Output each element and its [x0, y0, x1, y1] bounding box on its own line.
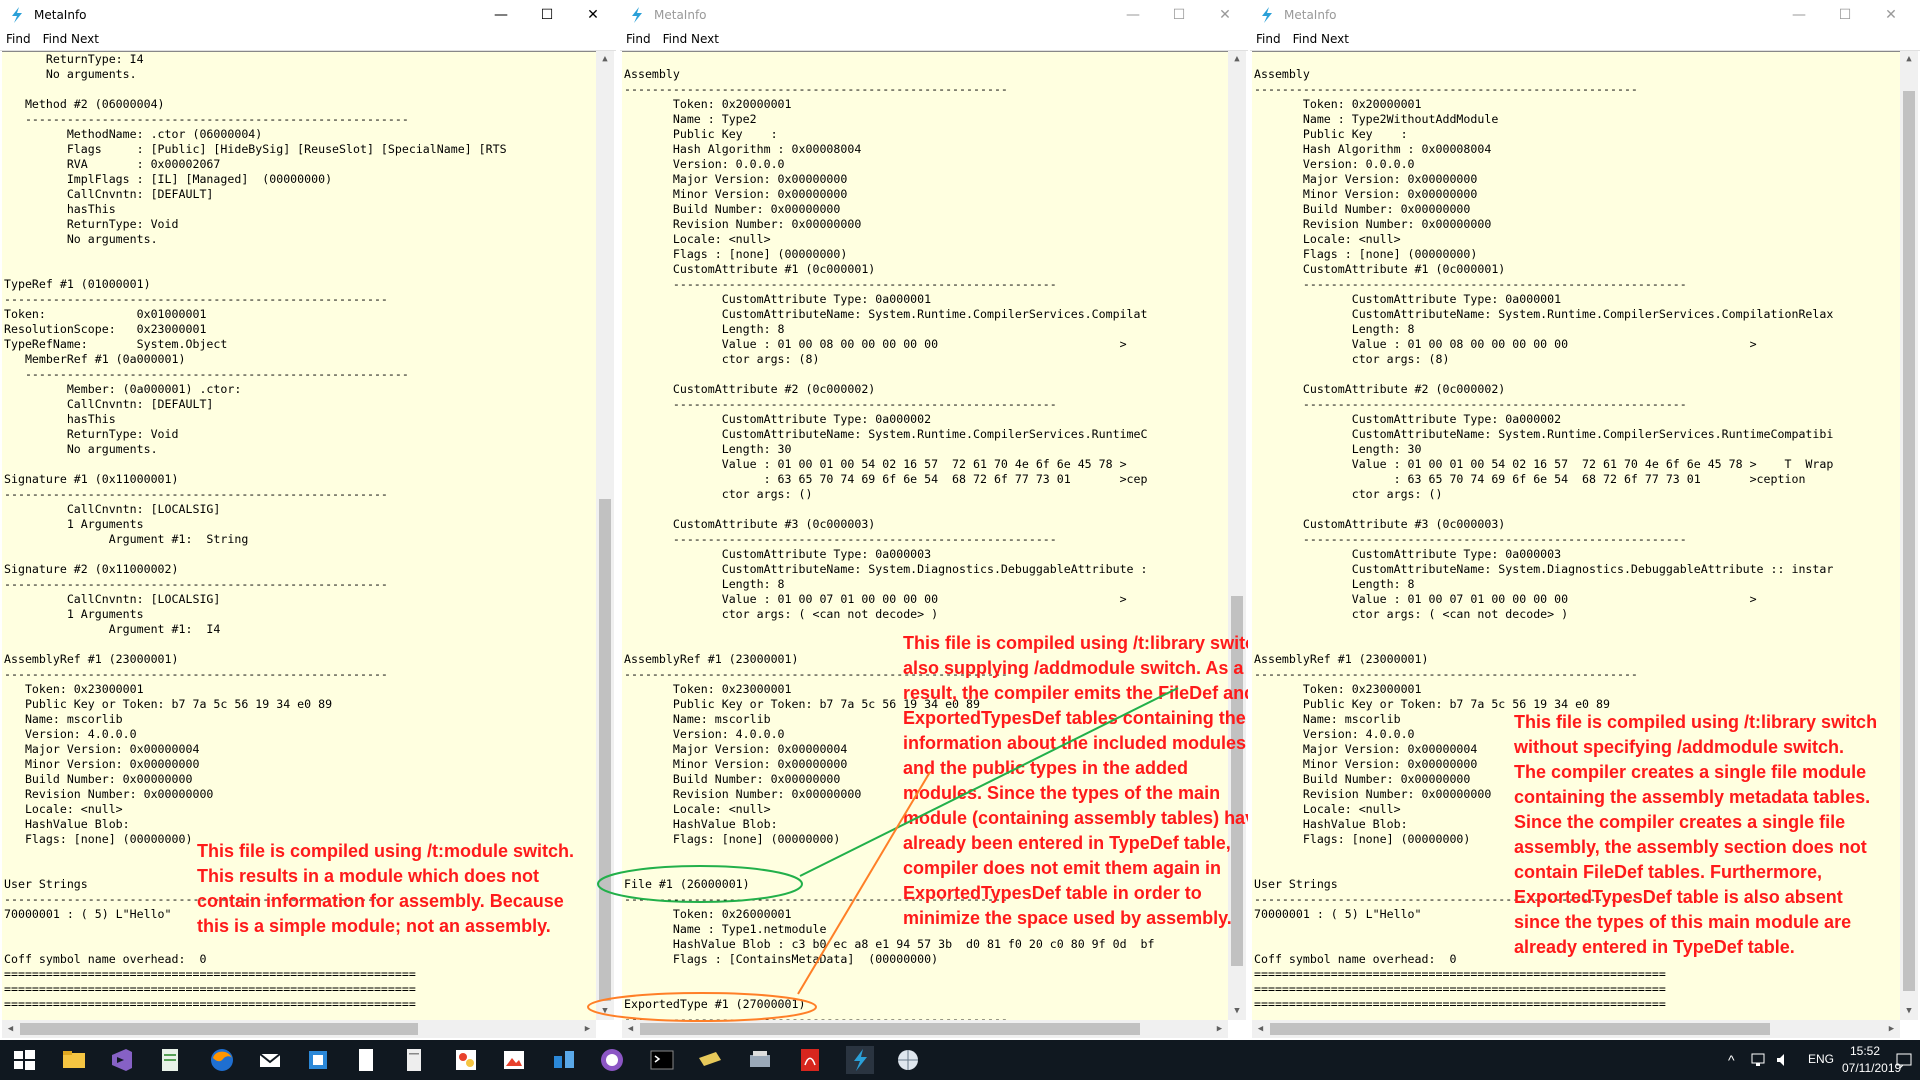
title-bar[interactable]: MetaInfo — ☐ ✕ [0, 0, 616, 30]
acrobat-icon[interactable] [796, 1046, 824, 1074]
purple-app-icon[interactable] [598, 1046, 626, 1074]
horizontal-scrollbar[interactable]: ◀ ▶ [2, 1020, 596, 1038]
scroll-down-icon[interactable]: ▼ [1228, 1003, 1246, 1020]
network-icon[interactable] [1750, 1050, 1770, 1070]
menu-find-next[interactable]: Find Next [37, 30, 105, 46]
maximize-button[interactable]: ☐ [1156, 0, 1202, 30]
hscroll-thumb[interactable] [1270, 1023, 1770, 1035]
scroll-right-icon[interactable]: ▶ [1883, 1020, 1900, 1038]
vertical-scrollbar[interactable]: ▲ ▼ [1900, 51, 1918, 1020]
scroll-left-icon[interactable]: ◀ [2, 1020, 19, 1038]
scroll-up-icon[interactable]: ▲ [1900, 51, 1918, 68]
volume-icon[interactable] [1774, 1050, 1794, 1070]
hscroll-thumb[interactable] [640, 1023, 1140, 1035]
menu-bar: Find Find Next [1250, 30, 1920, 51]
terminal-icon[interactable] [648, 1046, 676, 1074]
folder-yellow-icon[interactable] [696, 1046, 724, 1074]
blue-app-icon[interactable] [304, 1046, 332, 1074]
annotation-text: This file is compiled using /t:module sw… [197, 841, 575, 936]
window-title: MetaInfo [1284, 8, 1337, 22]
metainfo-window-1: MetaInfo — ☐ ✕ Find Find Next ReturnType:… [0, 0, 616, 1040]
mail-icon[interactable] [256, 1046, 284, 1074]
maximize-button[interactable]: ☐ [1822, 0, 1868, 30]
annotation-text: This file is compiled using /t:library s… [1514, 712, 1878, 957]
menu-find[interactable]: Find [0, 30, 37, 46]
menu-find-next[interactable]: Find Next [657, 30, 725, 46]
horizontal-scrollbar[interactable]: ◀ ▶ [622, 1020, 1228, 1038]
lightning-app-icon [1262, 7, 1272, 23]
close-button[interactable]: ✕ [1868, 0, 1914, 30]
horizontal-scrollbar[interactable]: ◀ ▶ [1252, 1020, 1900, 1038]
metainfo-window-3: MetaInfo — ☐ ✕ Find Find Next Assembly --… [1250, 0, 1920, 1040]
notepad-icon[interactable] [156, 1046, 184, 1074]
windows-start-icon[interactable] [10, 1046, 38, 1074]
menu-bar: Find Find Next [0, 30, 616, 51]
close-button[interactable]: ✕ [570, 0, 616, 30]
scroll-left-icon[interactable]: ◀ [1252, 1020, 1269, 1038]
scroll-down-icon[interactable]: ▼ [1900, 1003, 1918, 1020]
title-bar[interactable]: MetaInfo — ☐ ✕ [620, 0, 1248, 30]
window-title: MetaInfo [34, 8, 87, 22]
menu-find[interactable]: Find [1250, 30, 1287, 46]
clock-time[interactable]: 15:52 [1850, 1044, 1880, 1058]
scroll-down-icon[interactable]: ▼ [596, 1003, 614, 1020]
firefox-icon[interactable] [208, 1046, 236, 1074]
scroll-right-icon[interactable]: ▶ [579, 1020, 596, 1038]
window-title: MetaInfo [654, 8, 707, 22]
scroll-right-icon[interactable]: ▶ [1211, 1020, 1228, 1038]
chevron-up-icon[interactable]: ^ [1728, 1052, 1735, 1068]
vertical-scrollbar[interactable]: ▲ ▼ [596, 51, 614, 1020]
taskbar: ^ ENG 15:52 07/11/2019 [0, 1040, 1920, 1080]
paint-icon[interactable] [452, 1046, 480, 1074]
menu-find[interactable]: Find [620, 30, 657, 46]
photos-icon[interactable] [500, 1046, 528, 1074]
minimize-button[interactable]: — [478, 0, 524, 30]
lightning-app-icon [632, 7, 642, 23]
document-icon[interactable] [352, 1046, 380, 1074]
language-indicator[interactable]: ENG [1808, 1052, 1834, 1066]
minimize-button[interactable]: — [1776, 0, 1822, 30]
metainfo-taskbar-icon[interactable] [846, 1046, 874, 1074]
globe-tool-icon[interactable] [894, 1046, 922, 1074]
scroll-thumb[interactable] [1903, 91, 1915, 991]
hscroll-thumb[interactable] [20, 1023, 418, 1035]
scroll-left-icon[interactable]: ◀ [622, 1020, 639, 1038]
scroll-up-icon[interactable]: ▲ [596, 51, 614, 68]
scroll-up-icon[interactable]: ▲ [1228, 51, 1246, 68]
minimize-button[interactable]: — [1110, 0, 1156, 30]
clock-date[interactable]: 07/11/2019 [1842, 1061, 1901, 1075]
document-white-icon[interactable] [400, 1046, 428, 1074]
lightning-app-icon [12, 7, 22, 23]
scroll-thumb[interactable] [599, 499, 611, 1001]
close-button[interactable]: ✕ [1202, 0, 1248, 30]
notifications-icon[interactable] [1894, 1050, 1914, 1070]
maximize-button[interactable]: ☐ [524, 0, 570, 30]
menu-find-next[interactable]: Find Next [1287, 30, 1355, 46]
file-explorer-icon[interactable] [60, 1046, 88, 1074]
scanner-icon[interactable] [746, 1046, 774, 1074]
visual-studio-icon[interactable] [108, 1046, 136, 1074]
title-bar[interactable]: MetaInfo — ☐ ✕ [1250, 0, 1920, 30]
annotation-text: This file is compiled using /t:library s… [903, 633, 1248, 928]
network-app-icon[interactable] [550, 1046, 578, 1074]
metainfo-window-2: MetaInfo — ☐ ✕ Find Find Next Assembly --… [620, 0, 1248, 1040]
menu-bar: Find Find Next [620, 30, 1248, 51]
